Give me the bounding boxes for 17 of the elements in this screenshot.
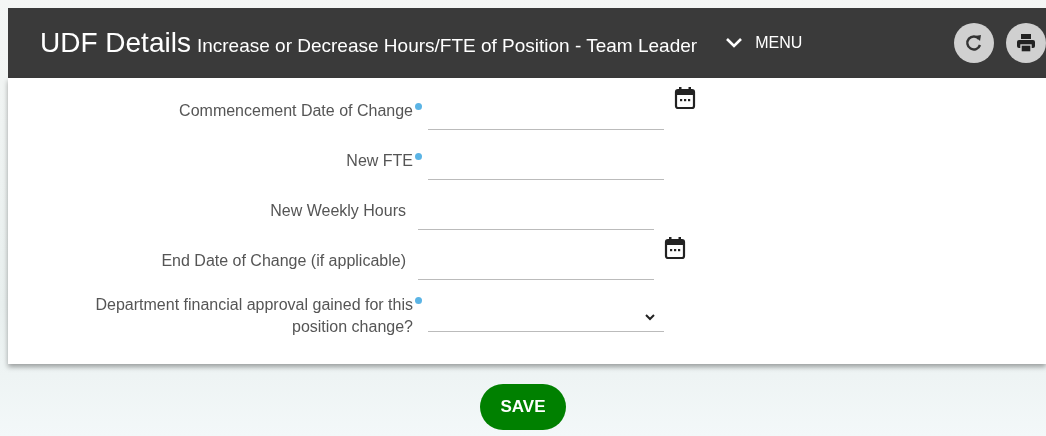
page-subtitle: Increase or Decrease Hours/FTE of Position - Team Leader [196,34,698,57]
refresh-icon [964,33,984,53]
field-label: Commencement Date of Change [179,101,413,121]
field-label: New FTE [346,151,413,171]
field-label: New Weekly Hours [270,201,406,221]
field-label: Department financial approval gained for this position change? [94,295,413,337]
print-button[interactable] [1006,23,1046,63]
field-label: End Date of Change (if applicable) [161,251,406,271]
save-button[interactable]: SAVE [480,384,566,430]
menu-button[interactable]: MENU [721,30,807,56]
refresh-button[interactable] [954,23,994,63]
calendar-icon[interactable] [674,86,696,110]
calendar-icon[interactable] [664,236,686,260]
printer-icon [1015,32,1037,54]
chevron-down-icon [725,37,744,49]
chevron-down-icon [644,312,656,321]
page-title: UDF Details [40,27,191,59]
